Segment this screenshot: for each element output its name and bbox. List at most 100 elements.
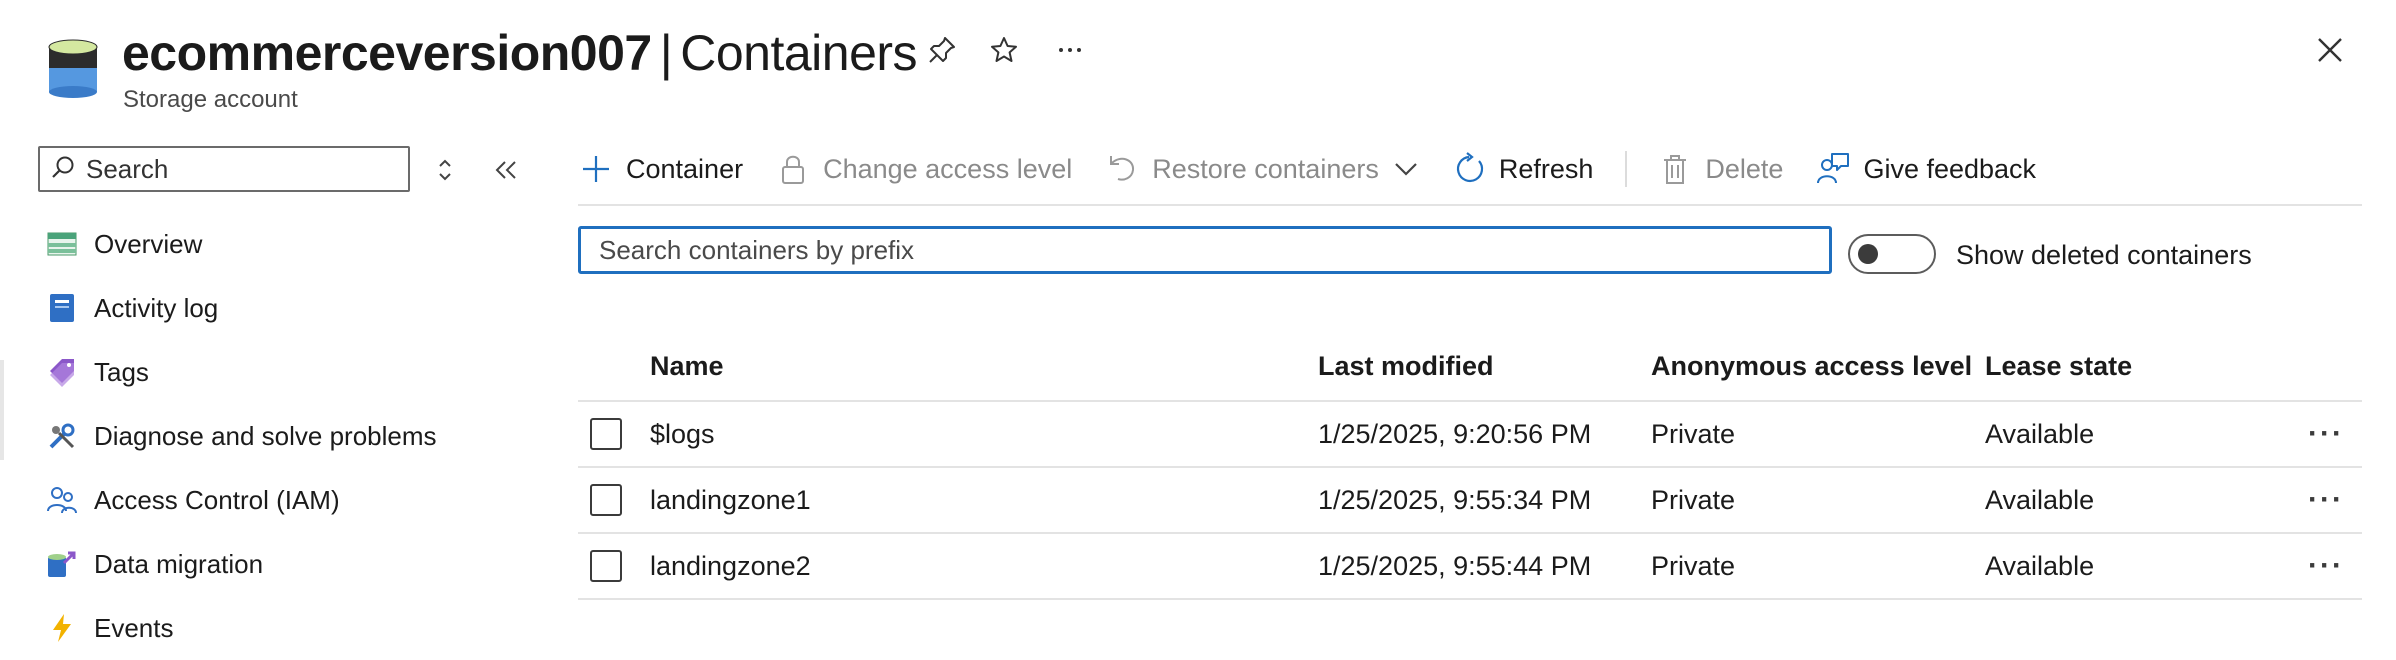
lock-icon xyxy=(775,151,811,187)
tag-icon xyxy=(46,356,78,388)
more-options-button[interactable] xyxy=(1050,32,1090,72)
change-access-level-label: Change access level xyxy=(823,153,1073,184)
search-icon xyxy=(50,154,76,185)
sidebar-item-label: Diagnose and solve problems xyxy=(94,420,437,451)
prefix-search-input[interactable] xyxy=(597,233,1801,267)
table-row[interactable]: landingzone1 1/25/2025, 9:55:34 PM Priva… xyxy=(578,468,2362,534)
people-icon xyxy=(46,484,78,516)
ellipsis-icon xyxy=(1055,35,1085,70)
double-chevron-left-icon xyxy=(488,161,524,192)
sidebar-search-input[interactable] xyxy=(84,152,388,186)
sidebar-item-events[interactable]: Events xyxy=(0,596,560,660)
favorite-button[interactable] xyxy=(984,32,1024,72)
container-name-link[interactable]: $logs xyxy=(650,402,715,466)
sidebar-item-activity-log[interactable]: Activity log xyxy=(0,276,560,340)
ellipsis-icon: ··· xyxy=(2308,483,2344,516)
blade-name: Containers xyxy=(680,25,918,81)
lease-state: Available xyxy=(1985,550,2095,581)
row-more-button[interactable]: ··· xyxy=(2298,534,2354,598)
feedback-person-icon xyxy=(1815,151,1851,187)
last-modified: 1/25/2025, 9:20:56 PM xyxy=(1318,418,1592,449)
delete-label: Delete xyxy=(1705,153,1784,184)
toggle-knob xyxy=(1858,244,1878,264)
resource-name: ecommerceversion007 xyxy=(122,25,652,81)
access-level: Private xyxy=(1651,550,1736,581)
column-header-name[interactable]: Name xyxy=(650,332,724,400)
command-bar: Container Change access level Restore co… xyxy=(578,142,2068,196)
sidebar-item-label: Activity log xyxy=(94,292,219,323)
access-level: Private xyxy=(1651,418,1736,449)
row-select-cell xyxy=(590,534,622,598)
container-name-link[interactable]: landingzone1 xyxy=(650,468,811,532)
collapse-sidebar-button[interactable] xyxy=(488,152,524,188)
sidebar-item-label: Data migration xyxy=(94,548,264,579)
row-select-cell xyxy=(590,402,622,466)
restore-containers-label: Restore containers xyxy=(1152,153,1379,184)
refresh-label: Refresh xyxy=(1498,153,1594,184)
page-title: ecommerceversion007 | Containers xyxy=(122,20,918,86)
sidebar-item-overview[interactable]: Overview xyxy=(0,212,560,276)
storage-account-icon xyxy=(46,38,100,98)
column-header-access-level[interactable]: Anonymous access level xyxy=(1651,332,1972,400)
wrench-icon xyxy=(46,420,78,452)
give-feedback-label: Give feedback xyxy=(1863,153,2037,184)
sidebar-search[interactable] xyxy=(38,146,410,192)
refresh-icon xyxy=(1451,151,1487,187)
data-migration-icon xyxy=(46,548,78,580)
sidebar-item-diagnose[interactable]: Diagnose and solve problems xyxy=(0,404,560,468)
refresh-button[interactable]: Refresh xyxy=(1451,142,1594,196)
last-modified: 1/25/2025, 9:55:34 PM xyxy=(1318,484,1592,515)
pin-button[interactable] xyxy=(922,32,962,72)
sidebar-item-label: Access Control (IAM) xyxy=(94,484,340,515)
toolbar-divider xyxy=(1625,151,1628,187)
container-prefix-search[interactable] xyxy=(578,226,1832,274)
sidebar-item-label: Events xyxy=(94,612,174,643)
column-header-lease-state[interactable]: Lease state xyxy=(1985,332,2132,400)
container-name-link[interactable]: landingzone2 xyxy=(650,534,811,598)
plus-icon xyxy=(578,151,614,187)
sidebar-nav: Overview Activity log Tags Diagnose and … xyxy=(0,212,560,660)
restore-containers-button[interactable]: Restore containers xyxy=(1104,142,1419,196)
ellipsis-icon: ··· xyxy=(2308,417,2344,450)
last-modified: 1/25/2025, 9:55:44 PM xyxy=(1318,550,1592,581)
command-bar-divider xyxy=(578,204,2362,206)
column-header-last-modified[interactable]: Last modified xyxy=(1318,332,1494,400)
access-level: Private xyxy=(1651,484,1736,515)
row-checkbox[interactable] xyxy=(590,550,622,582)
row-checkbox[interactable] xyxy=(590,484,622,516)
lease-state: Available xyxy=(1985,484,2095,515)
sort-updown-icon xyxy=(432,159,458,192)
give-feedback-button[interactable]: Give feedback xyxy=(1815,142,2036,196)
show-deleted-toggle[interactable] xyxy=(1848,234,1936,274)
overview-icon xyxy=(46,228,78,260)
lease-state: Available xyxy=(1985,418,2095,449)
sidebar-item-tags[interactable]: Tags xyxy=(0,340,560,404)
lightning-icon xyxy=(46,612,78,644)
sidebar-item-data-migration[interactable]: Data migration xyxy=(0,532,560,596)
sidebar-item-label: Tags xyxy=(94,356,149,387)
close-icon xyxy=(2315,35,2345,70)
row-more-button[interactable]: ··· xyxy=(2298,468,2354,532)
sort-button[interactable] xyxy=(432,152,458,188)
table-row[interactable]: $logs 1/25/2025, 9:20:56 PM Private Avai… xyxy=(578,402,2362,468)
table-row[interactable]: landingzone2 1/25/2025, 9:55:44 PM Priva… xyxy=(578,534,2362,600)
star-icon xyxy=(989,35,1019,70)
close-button[interactable] xyxy=(2310,32,2350,72)
sidebar-item-iam[interactable]: Access Control (IAM) xyxy=(0,468,560,532)
add-container-label: Container xyxy=(626,153,744,184)
row-checkbox[interactable] xyxy=(590,418,622,450)
sidebar-item-label: Overview xyxy=(94,228,203,259)
chevron-down-icon xyxy=(1393,159,1419,179)
resource-type: Storage account xyxy=(123,86,298,113)
trash-icon xyxy=(1657,151,1693,187)
delete-button[interactable]: Delete xyxy=(1657,142,1783,196)
change-access-level-button[interactable]: Change access level xyxy=(775,142,1072,196)
title-separator: | xyxy=(659,25,673,81)
containers-table: Name Last modified Anonymous access leve… xyxy=(578,332,2362,600)
add-container-button[interactable]: Container xyxy=(578,142,743,196)
show-deleted-label: Show deleted containers xyxy=(1956,240,2252,270)
undo-icon xyxy=(1104,151,1140,187)
row-select-cell xyxy=(590,468,622,532)
pin-icon xyxy=(927,35,957,70)
row-more-button[interactable]: ··· xyxy=(2298,402,2354,466)
